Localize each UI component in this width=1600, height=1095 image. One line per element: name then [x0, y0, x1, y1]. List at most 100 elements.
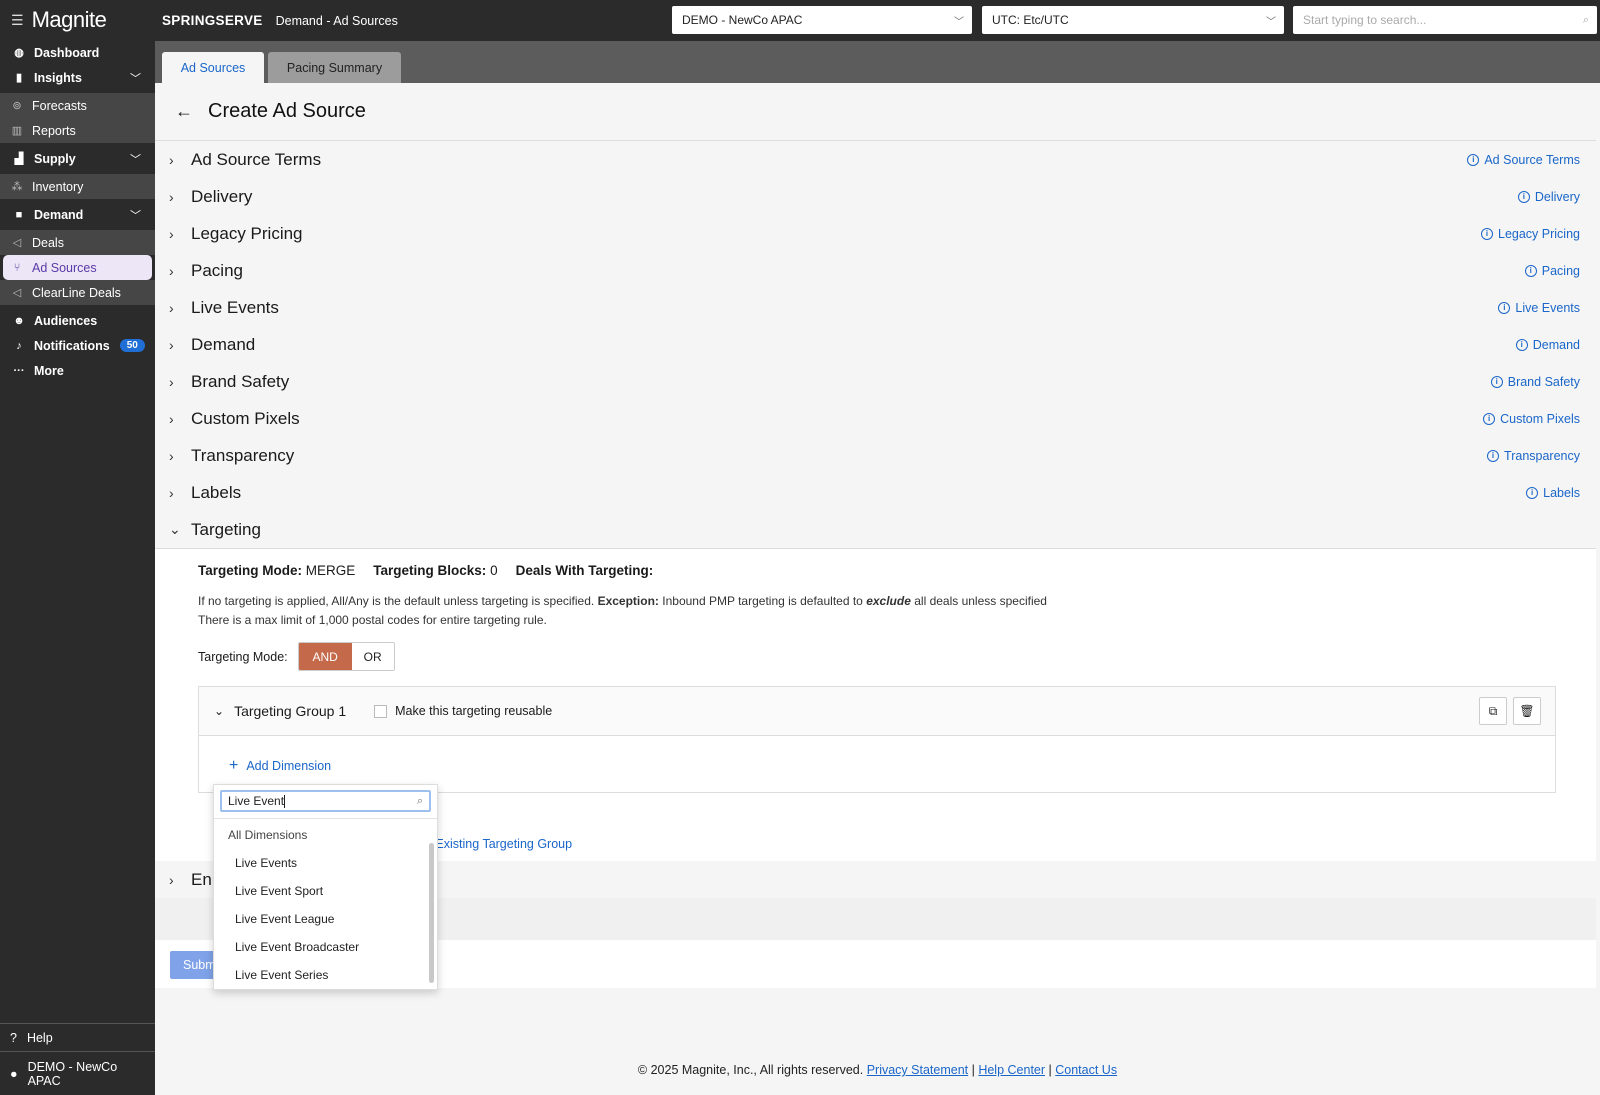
search-icon: ⌕	[1582, 13, 1589, 26]
and-button[interactable]: AND	[298, 643, 352, 670]
chevron-right-icon: ›	[169, 484, 174, 501]
chevron-right-icon: ›	[169, 151, 174, 168]
section-custom-pixels[interactable]: › Custom Pixels i Custom Pixels	[155, 400, 1596, 437]
sidebar-item-demand[interactable]: ■ Demand ﹀	[0, 202, 155, 227]
info-icon: i	[1467, 153, 1480, 166]
section-targeting[interactable]: ⌄ Targeting	[155, 511, 1596, 548]
sidebar-item-deals[interactable]: ◁ Deals	[0, 230, 155, 255]
dropdown-scrollbar[interactable]	[429, 843, 434, 983]
privacy-link[interactable]: Privacy Statement	[867, 1063, 968, 1077]
forecast-icon: ⊚	[12, 100, 22, 112]
video-icon: ■	[15, 208, 23, 221]
chevron-right-icon: ›	[169, 299, 174, 316]
chevron-right-icon: ›	[169, 225, 174, 242]
sidebar-item-audiences[interactable]: ☻ Audiences	[0, 308, 155, 333]
reusable-checkbox[interactable]	[374, 704, 388, 718]
help-link[interactable]: i Brand Safety	[1490, 375, 1580, 389]
trash-icon[interactable]: 🗑	[1513, 697, 1541, 725]
sidebar-item-notifications[interactable]: ♪ Notifications 50	[0, 333, 155, 358]
dimension-search-input[interactable]: Live Event ⌕	[220, 790, 431, 812]
notification-count-badge: 50	[119, 339, 145, 352]
bell-icon: ♪	[16, 339, 22, 352]
footer: © 2025 Magnite, Inc., All rights reserve…	[637, 1063, 1118, 1077]
help-link[interactable]: i Live Events	[1498, 301, 1580, 315]
fork-icon: ⑂	[13, 261, 21, 274]
section-live-events[interactable]: › Live Events i Live Events	[155, 289, 1596, 326]
inventory-icon: ⁂	[11, 181, 23, 193]
info-icon: i	[1487, 449, 1500, 462]
dropdown-group-label: All Dimensions	[228, 828, 308, 842]
page-header: ← Create Ad Source	[155, 83, 1596, 141]
chevron-down-icon: ﹀	[954, 16, 964, 28]
dropdown-option[interactable]: Live Event Sport	[235, 884, 323, 898]
chevron-down-icon: ⌄	[169, 521, 181, 537]
sidebar-item-help[interactable]: ? Help	[0, 1023, 155, 1051]
chevron-down-icon[interactable]: ⌄	[214, 704, 224, 718]
sidebar-item-more[interactable]: ··· More	[0, 358, 155, 383]
help-center-link[interactable]: Help Center	[978, 1063, 1045, 1077]
top-bar: SPRINGSERVE Demand - Ad Sources DEMO - N…	[155, 0, 1600, 41]
global-search-input[interactable]: Start typing to search... ⌕	[1293, 6, 1597, 34]
section-delivery[interactable]: › Delivery i Delivery	[155, 178, 1596, 215]
help-link[interactable]: i Labels	[1526, 486, 1580, 500]
dropdown-option[interactable]: Live Events	[235, 856, 297, 870]
timezone-select[interactable]: UTC: Etc/UTC ﹀	[982, 6, 1284, 34]
back-arrow-icon[interactable]: ←	[175, 101, 193, 122]
help-link[interactable]: i Transparency	[1487, 449, 1580, 463]
dropdown-option[interactable]: Live Event Broadcaster	[235, 940, 359, 954]
section-demand[interactable]: › Demand i Demand	[155, 326, 1596, 363]
section-ad-source-terms[interactable]: › Ad Source Terms i Ad Source Terms	[155, 141, 1596, 178]
people-icon: ☻	[13, 314, 25, 327]
tab-pacing-summary[interactable]: Pacing Summary	[268, 52, 401, 83]
sidebar-item-ad-sources[interactable]: ⑂ Ad Sources	[3, 255, 152, 280]
chevron-down-icon: ﹀	[1266, 16, 1276, 28]
sidebar-item-insights[interactable]: ▮ Insights ﹀	[0, 65, 155, 90]
ellipsis-icon: ···	[13, 364, 25, 377]
info-icon: i	[1517, 190, 1530, 203]
or-button[interactable]: OR	[351, 643, 394, 670]
contact-link[interactable]: Contact Us	[1055, 1063, 1117, 1077]
help-link[interactable]: i Delivery	[1517, 190, 1580, 204]
org-select[interactable]: DEMO - NewCo APAC ﹀	[672, 6, 972, 34]
info-icon: i	[1526, 486, 1539, 499]
dropdown-option[interactable]: Live Event League	[235, 912, 334, 926]
add-dimension-button[interactable]: + Add Dimension	[229, 757, 331, 775]
section-labels[interactable]: › Labels i Labels	[155, 474, 1596, 511]
chevron-down-icon: ﹀	[130, 72, 141, 85]
section-transparency[interactable]: › Transparency i Transparency	[155, 437, 1596, 474]
targeting-notes: If no targeting is applied, All/Any is t…	[198, 594, 1047, 627]
sidebar-item-inventory[interactable]: ⁂ Inventory	[0, 174, 155, 199]
info-icon: i	[1483, 412, 1496, 425]
logo[interactable]: ☰ Magnite	[0, 0, 155, 40]
user-icon: ●	[10, 1066, 18, 1081]
menu-icon[interactable]: ☰	[11, 12, 24, 29]
help-link[interactable]: i Pacing	[1524, 264, 1580, 278]
dropdown-option[interactable]: Live Event Series	[235, 968, 328, 982]
chevron-right-icon: ›	[169, 188, 174, 205]
product-name: SPRINGSERVE	[162, 13, 263, 28]
tab-ad-sources[interactable]: Ad Sources	[162, 52, 264, 83]
bar-chart-icon: ▮	[15, 72, 23, 84]
targeting-group: ⌄ Targeting Group 1 Make this targeting …	[198, 686, 1556, 793]
brand-name: Magnite	[31, 7, 107, 32]
info-icon: i	[1498, 301, 1511, 314]
account-menu[interactable]: ● DEMO - NewCo APAC	[0, 1051, 155, 1095]
help-link[interactable]: i Ad Source Terms	[1467, 153, 1580, 167]
sidebar-item-reports[interactable]: ▥ Reports	[0, 118, 155, 143]
page-title: Create Ad Source	[208, 100, 366, 122]
help-link[interactable]: i Custom Pixels	[1483, 412, 1580, 426]
reusable-label: Make this targeting reusable	[395, 704, 553, 718]
sidebar: ☰ Magnite ◍ Dashboard ▮ Insights ﹀ ⊚ Forecas…	[0, 0, 155, 1095]
sidebar-item-dashboard[interactable]: ◍ Dashboard	[0, 40, 155, 65]
sidebar-item-clearline-deals[interactable]: ◁ ClearLine Deals	[0, 280, 155, 305]
report-icon: ▥	[11, 125, 23, 137]
add-existing-targeting-group-link[interactable]: d Existing Targeting Group	[425, 837, 572, 851]
sidebar-item-forecasts[interactable]: ⊚ Forecasts	[0, 93, 155, 118]
sidebar-item-supply[interactable]: ▟ Supply ﹀	[0, 146, 155, 171]
section-brand-safety[interactable]: › Brand Safety i Brand Safety	[155, 363, 1596, 400]
help-link[interactable]: i Demand	[1515, 338, 1580, 352]
section-pacing[interactable]: › Pacing i Pacing	[155, 252, 1596, 289]
help-link[interactable]: i Legacy Pricing	[1481, 227, 1580, 241]
section-legacy-pricing[interactable]: › Legacy Pricing i Legacy Pricing	[155, 215, 1596, 252]
copy-icon[interactable]: ⧉	[1479, 697, 1507, 725]
